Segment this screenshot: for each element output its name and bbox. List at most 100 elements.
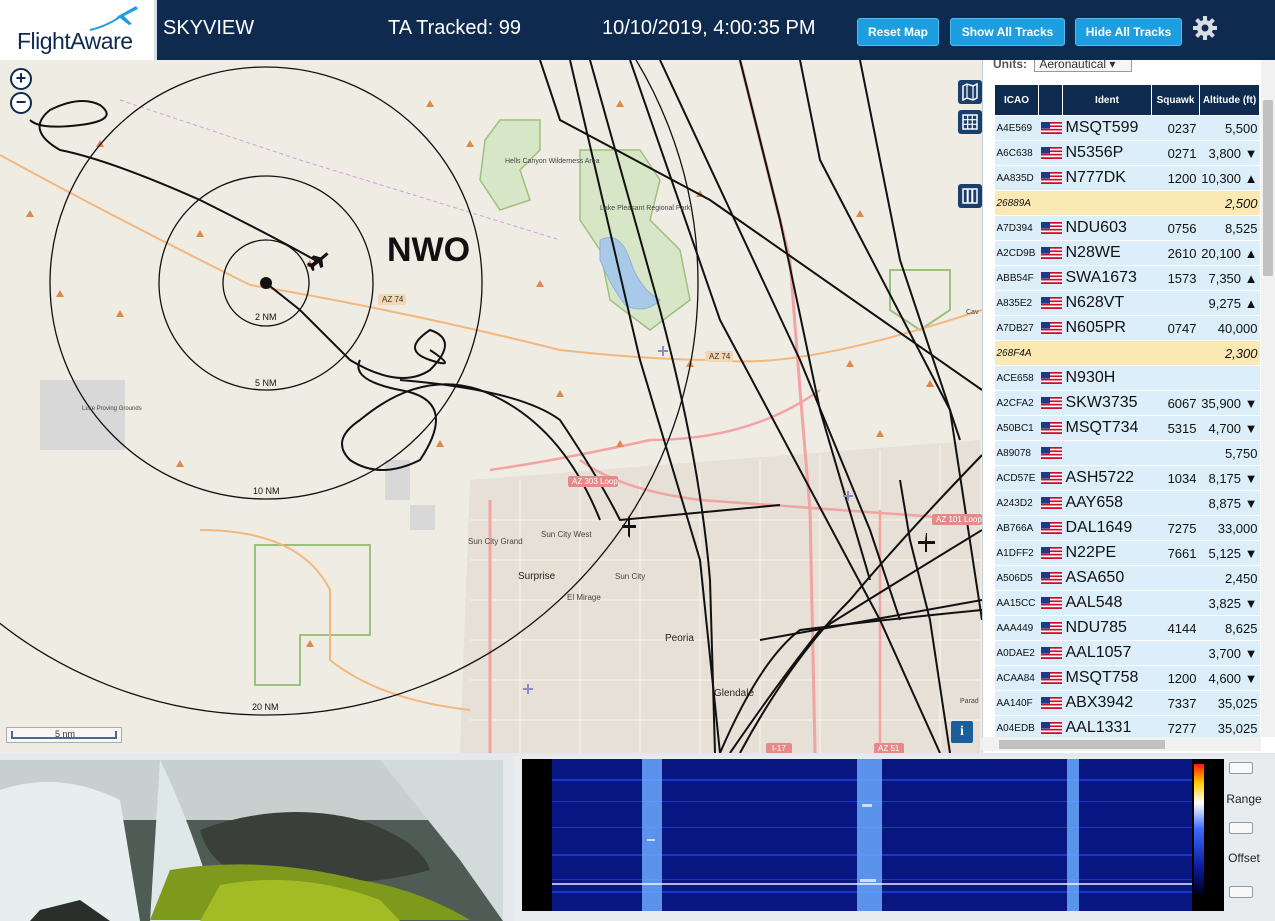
icao-cell: A4E569 [994, 115, 1039, 141]
table-row[interactable]: ABB54F SWA1673 1573 7,350 ▲ [994, 265, 1260, 291]
col-header-squawk[interactable]: Squawk [1151, 84, 1200, 116]
road-label-i17: I-17 [772, 744, 786, 753]
ident-cell: AAL548 [1062, 590, 1152, 616]
reset-map-button[interactable]: Reset Map [857, 18, 939, 46]
squawk-cell: 1573 [1151, 265, 1200, 291]
table-row[interactable]: A7D394 NDU603 0756 8,525 [994, 215, 1260, 241]
units-select[interactable]: Aeronautical ▾ [1034, 60, 1133, 72]
flag-cell [1038, 390, 1063, 416]
squawk-cell: 6067 [1151, 390, 1200, 416]
panel-vertical-scrollbar[interactable] [1261, 60, 1275, 737]
grid-toggle-button[interactable] [958, 110, 982, 134]
flag-cell [1038, 515, 1063, 541]
col-header-altitude[interactable]: Altitude (ft) [1199, 84, 1260, 116]
scrollbar-thumb[interactable] [1263, 100, 1273, 276]
offset-slider-handle-bottom[interactable] [1229, 886, 1253, 898]
icao-cell: 26889A [994, 190, 1039, 216]
col-header-icao[interactable]: ICAO [994, 84, 1039, 116]
table-row[interactable]: A2CFA2 SKW3735 6067 35,900 ▼ [994, 390, 1260, 416]
table-row[interactable]: A6C638 N5356P 0271 3,800 ▼ [994, 140, 1260, 166]
table-row[interactable]: AA140F ABX3942 7337 35,025 [994, 690, 1260, 716]
wilderness-area [479, 119, 541, 211]
flag-cell [1038, 340, 1063, 366]
flag-cell [1038, 265, 1063, 291]
offset-slider-handle-top[interactable] [1229, 822, 1253, 834]
squawk-cell: 0271 [1151, 140, 1200, 166]
table-row[interactable]: A0DAE2 AAL1057 3,700 ▼ [994, 640, 1260, 666]
flag-cell [1038, 315, 1063, 341]
table-row[interactable]: A835E2 N628VT 9,275 ▲ [994, 290, 1260, 316]
ident-cell: N5356P [1062, 140, 1152, 166]
altitude-cell: 5,125 ▼ [1199, 540, 1260, 566]
scrollbar-thumb[interactable] [999, 740, 1165, 749]
offset-label: Offset [1228, 851, 1260, 865]
us-flag-icon [1040, 621, 1062, 634]
table-row[interactable]: A50BC1 MSQT734 5315 4,700 ▼ [994, 415, 1260, 441]
us-flag-icon [1040, 571, 1062, 584]
table-row[interactable]: A89078 5,750 [994, 440, 1260, 466]
squawk-cell: 7275 [1151, 515, 1200, 541]
flag-cell [1038, 115, 1063, 141]
table-row[interactable]: AAA449 NDU785 4144 8,625 [994, 615, 1260, 641]
table-row[interactable]: A7DB27 N605PR 0747 40,000 [994, 315, 1260, 341]
table-row[interactable]: ACD57E ASH5722 1034 8,175 ▼ [994, 465, 1260, 491]
road-label-az74: AZ 74 [382, 295, 404, 304]
zoom-in-button[interactable]: + [10, 68, 32, 90]
map-layer-button[interactable] [958, 80, 982, 104]
ident-cell: SKW3735 [1062, 390, 1152, 416]
us-flag-icon [1040, 146, 1062, 159]
map-view[interactable]: 2 NM 5 NM 10 NM 20 NM AZ 74 AZ 74 AZ 303… [0, 60, 982, 753]
columns-toggle-button[interactable] [958, 184, 982, 208]
place-proving-grounds: Luke Proving Grounds [82, 406, 142, 412]
flag-cell [1038, 690, 1063, 716]
flag-cell [1038, 440, 1063, 466]
scale-bar: 5 nm [6, 727, 122, 743]
table-row[interactable]: A506D5 ASA650 2,450 [994, 565, 1260, 591]
ident-cell: MSQT758 [1062, 665, 1152, 691]
table-row[interactable]: 268F4A 2,300 [994, 340, 1260, 366]
flag-cell [1038, 540, 1063, 566]
table-row[interactable]: A4E569 MSQT599 0237 5,500 [994, 115, 1260, 141]
table-row[interactable]: AA835D N777DK 1200 10,300 ▲ [994, 165, 1260, 191]
col-header-ident[interactable]: Ident [1062, 84, 1152, 116]
map-canvas[interactable]: 2 NM 5 NM 10 NM 20 NM AZ 74 AZ 74 AZ 303… [0, 60, 982, 753]
flightaware-logo[interactable]: FlightAware [0, 0, 157, 60]
altitude-cell: 40,000 [1199, 315, 1260, 341]
place-cav: Cav [966, 309, 979, 316]
gear-icon[interactable] [1192, 15, 1218, 41]
flag-cell [1038, 640, 1063, 666]
squawk-cell [1151, 640, 1200, 666]
col-header-flag[interactable] [1038, 84, 1063, 116]
grid-icon [962, 114, 978, 130]
table-row[interactable]: ACAA84 MSQT758 1200 4,600 ▼ [994, 665, 1260, 691]
table-row[interactable]: AB766A DAL1649 7275 33,000 [994, 515, 1260, 541]
units-label: Units: [993, 60, 1027, 71]
altitude-cell: 3,700 ▼ [1199, 640, 1260, 666]
ident-cell: N930H [1062, 365, 1152, 391]
us-flag-icon [1040, 696, 1062, 709]
us-flag-icon [1040, 671, 1062, 684]
table-row[interactable]: 26889A 2,500 [994, 190, 1260, 216]
ident-cell: NDU785 [1062, 615, 1152, 641]
icao-cell: A7DB27 [994, 315, 1039, 341]
info-button[interactable]: i [951, 721, 973, 743]
table-row[interactable]: A243D2 AAY658 8,875 ▼ [994, 490, 1260, 516]
panel-horizontal-scrollbar[interactable] [982, 737, 1261, 751]
range-slider-handle[interactable] [1229, 762, 1253, 774]
altitude-cell: 3,825 ▼ [1199, 590, 1260, 616]
flag-cell [1038, 590, 1063, 616]
table-row[interactable]: AA15CC AAL548 3,825 ▼ [994, 590, 1260, 616]
hide-all-tracks-button[interactable]: Hide All Tracks [1075, 18, 1182, 46]
table-row[interactable]: ACE658 N930H [994, 365, 1260, 391]
table-row[interactable]: A1DFF2 N22PE 7661 5,125 ▼ [994, 540, 1260, 566]
icao-cell: AAA449 [994, 615, 1039, 641]
ring-label-2nm: 2 NM [255, 312, 277, 322]
icao-cell: AA140F [994, 690, 1039, 716]
show-all-tracks-button[interactable]: Show All Tracks [950, 18, 1065, 46]
table-row[interactable]: A2CD9B N28WE 2610 20,100 ▲ [994, 240, 1260, 266]
us-flag-icon [1040, 421, 1062, 434]
icao-cell: ACAA84 [994, 665, 1039, 691]
icao-cell: A835E2 [994, 290, 1039, 316]
zoom-out-button[interactable]: − [10, 92, 32, 114]
ident-cell: ABX3942 [1062, 690, 1152, 716]
